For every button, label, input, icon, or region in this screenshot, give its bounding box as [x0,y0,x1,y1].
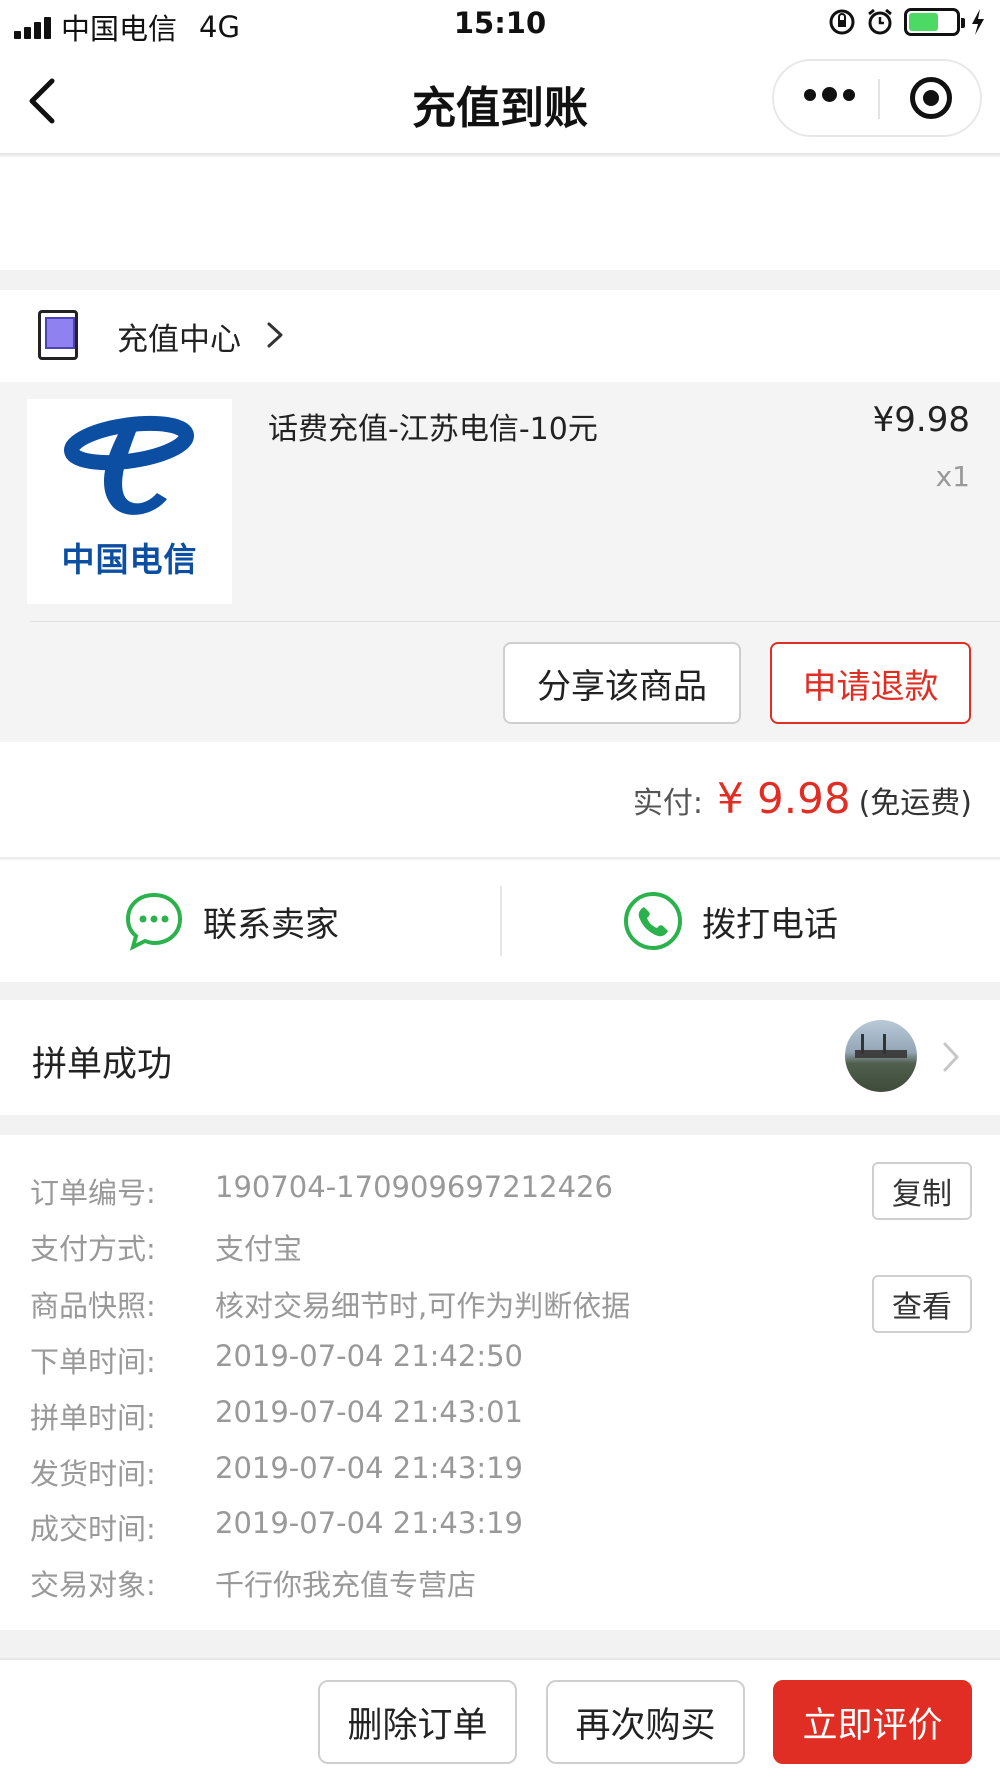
status-banner [0,157,1000,270]
group-status: 拼单成功 [32,1045,173,1085]
order-details: 订单编号: 190704-170909697212426 复制 支付方式: 支付… [0,1135,1000,1630]
detail-row: 成交时间: 2019-07-04 21:43:19 [0,1498,1000,1548]
more-dots-icon[interactable] [804,87,855,102]
shipping-note: (免运费) [858,786,972,821]
call-phone-label: 拨打电话 [702,904,838,945]
logo-wordmark: 中国电信 [61,540,198,579]
contact-row: 联系卖家 拨打电话 [0,860,1000,982]
alarm-icon [868,8,892,35]
payment-method: 支付宝 [215,1232,303,1266]
contact-seller-label: 联系卖家 [203,904,339,945]
snapshot-description: 核对交易细节时,可作为判断依据 [215,1289,631,1323]
share-product-button[interactable]: 分享该商品 [503,642,741,724]
group-time: 2019-07-04 21:43:01 [215,1395,523,1429]
charging-icon [972,9,984,35]
detail-label: 下单时间: [30,1345,156,1379]
detail-label: 成交时间: [30,1512,156,1546]
store-row[interactable]: 充值中心 [0,290,1000,382]
review-now-button[interactable]: 立即评价 [773,1680,972,1764]
detail-label: 发货时间: [30,1457,156,1491]
copy-button[interactable]: 复制 [872,1162,972,1220]
ship-time: 2019-07-04 21:43:19 [215,1451,523,1485]
contact-seller-button[interactable]: 联系卖家 [123,890,339,952]
product-card[interactable]: 中国电信 话费充值-江苏电信-10元 ¥9.98 x1 分享该商品 申请退款 [0,382,1000,742]
chevron-right-icon [943,1042,959,1072]
order-time: 2019-07-04 21:42:50 [215,1339,523,1373]
status-icons [828,8,986,36]
view-snapshot-button[interactable]: 查看 [872,1275,972,1333]
product-name: 话费充值-江苏电信-10元 [268,412,598,447]
detail-label: 交易对象: [30,1568,156,1602]
chevron-right-icon [267,322,283,348]
detail-label: 订单编号: [30,1176,156,1210]
delete-order-button[interactable]: 删除订单 [318,1680,517,1764]
chat-bubble-icon [125,892,183,951]
divider [30,621,1000,622]
product-quantity: x1 [935,460,970,493]
group-buy-row[interactable]: 拼单成功 [0,1000,1000,1115]
avatar[interactable] [845,1020,917,1092]
china-telecom-logo-icon [64,415,194,515]
detail-label: 支付方式: [30,1232,156,1266]
deal-time: 2019-07-04 21:43:19 [215,1506,523,1540]
detail-label: 拼单时间: [30,1401,156,1435]
phone-icon [624,892,682,950]
detail-row: 交易对象: 千行你我充值专营店 [0,1554,1000,1604]
status-bar: 中国电信 4G 15:10 [0,0,1000,50]
miniprogram-close-icon[interactable] [910,77,952,119]
battery-icon [904,8,965,36]
detail-label: 商品快照: [30,1289,156,1323]
request-refund-button[interactable]: 申请退款 [770,642,971,724]
order-number: 190704-170909697212426 [215,1170,613,1204]
call-phone-button[interactable]: 拨打电话 [622,890,838,952]
rotation-lock-icon [829,9,855,35]
store-name[interactable]: 充值中心 [117,314,241,359]
payment-summary: 实付: ¥ 9.98 (免运费) [0,742,1000,859]
tablet-icon [38,310,78,360]
paid-amount: ¥ 9.98 [716,774,851,823]
detail-row: 下单时间: 2019-07-04 21:42:50 [0,1331,1000,1381]
nav-bar: 充值到账 [0,50,1000,155]
product-thumbnail[interactable]: 中国电信 [27,399,232,604]
buy-again-button[interactable]: 再次购买 [546,1680,745,1764]
detail-row: 订单编号: 190704-170909697212426 复制 [0,1162,1000,1220]
detail-row: 拼单时间: 2019-07-04 21:43:01 [0,1387,1000,1437]
trade-partner: 千行你我充值专营店 [215,1568,477,1602]
miniprogram-capsule [772,59,982,137]
paid-label: 实付: [632,786,703,821]
detail-row: 支付方式: 支付宝 [0,1218,1000,1268]
bottom-action-bar: 删除订单 再次购买 立即评价 [0,1658,1000,1778]
detail-row: 商品快照: 核对交易细节时,可作为判断依据 查看 [0,1275,1000,1333]
product-price: ¥9.98 [872,400,970,440]
detail-row: 发货时间: 2019-07-04 21:43:19 [0,1443,1000,1493]
